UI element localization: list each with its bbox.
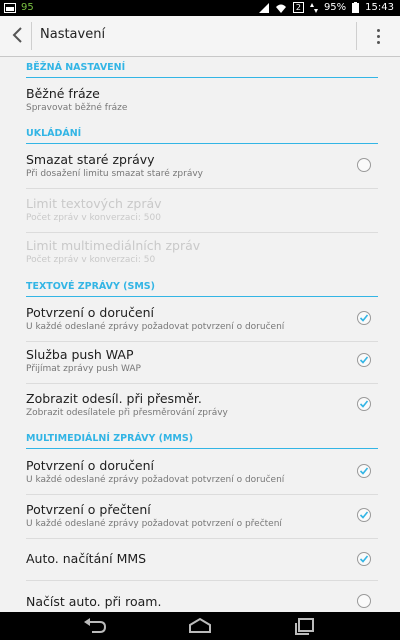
overflow-menu-icon[interactable] — [370, 25, 386, 47]
divider — [26, 494, 378, 495]
back-icon[interactable] — [82, 616, 108, 636]
section-header-sms: TEXTOVÉ ZPRÁVY (SMS) — [26, 281, 378, 297]
setting-mms-read-report[interactable]: Potvrzení o přečtení U každé odeslané zp… — [26, 502, 378, 529]
check-icon — [359, 314, 369, 322]
divider — [26, 188, 378, 189]
notification-count: 95 — [21, 2, 34, 13]
page-title: Nastavení — [40, 27, 106, 42]
setting-summary: U každé odeslané zprávy požadovat potvrz… — [26, 475, 285, 485]
auto-mms-checkbox[interactable] — [357, 552, 371, 566]
check-icon — [359, 467, 369, 475]
setting-title: Služba push WAP — [26, 347, 134, 362]
setting-show-sender-forward[interactable]: Zobrazit odesíl. při přesměr. Zobrazit o… — [26, 391, 378, 418]
clock: 15:43 — [365, 2, 394, 13]
setting-title: Běžné fráze — [26, 86, 100, 101]
battery-icon — [352, 2, 360, 13]
app-bar: Nastavení — [0, 16, 400, 57]
section-header-storage: UKLÁDÁNÍ — [26, 128, 378, 144]
navigation-bar — [0, 612, 400, 640]
check-icon — [359, 555, 369, 563]
section-label: UKLÁDÁNÍ — [26, 128, 82, 139]
mms-read-checkbox[interactable] — [357, 508, 371, 522]
setting-summary: Spravovat běžné fráze — [26, 103, 128, 113]
setting-summary: Přijímat zprávy push WAP — [26, 364, 141, 374]
setting-auto-retrieve-roaming[interactable]: Načíst auto. při roam. — [26, 594, 378, 609]
setting-sms-delivery-report[interactable]: Potvrzení o doručení U každé odeslané zp… — [26, 305, 378, 332]
section-label: MULTIMEDIÁLNÍ ZPRÁVY (MMS) — [26, 433, 194, 444]
setting-mms-delivery-report[interactable]: Potvrzení o doručení U každé odeslané zp… — [26, 458, 378, 485]
delete-old-checkbox[interactable] — [357, 158, 371, 172]
section-header-mms: MULTIMEDIÁLNÍ ZPRÁVY (MMS) — [26, 433, 378, 449]
mms-delivery-checkbox[interactable] — [357, 464, 371, 478]
sim-indicator: 2 — [292, 2, 304, 13]
setting-push-wap[interactable]: Služba push WAP Přijímat zprávy push WAP — [26, 347, 378, 374]
setting-summary: Zobrazit odesílatele při přesměrování zp… — [26, 408, 228, 418]
setting-summary: U každé odeslané zprávy požadovat potvrz… — [26, 322, 285, 332]
setting-text-message-limit: Limit textových zpráv Počet zpráv v konv… — [26, 196, 378, 223]
section-header-common: BĚŽNÁ NASTAVENÍ — [26, 62, 378, 78]
setting-title: Zobrazit odesíl. při přesměr. — [26, 391, 202, 406]
setting-summary: Při dosažení limitu smazat staré zprávy — [26, 169, 203, 179]
divider — [26, 232, 378, 233]
setting-title: Smazat staré zprávy — [26, 152, 155, 167]
divider — [26, 538, 378, 539]
setting-summary: U každé odeslané zprávy požadovat potvrz… — [26, 519, 282, 529]
setting-delete-old-messages[interactable]: Smazat staré zprávy Při dosažení limitu … — [26, 152, 378, 179]
setting-common-phrases[interactable]: Běžné fráze Spravovat běžné fráze — [26, 86, 378, 113]
divider — [26, 580, 378, 581]
data-transfer-icon — [309, 2, 318, 13]
signal-icon — [258, 2, 269, 13]
check-icon — [359, 511, 369, 519]
divider — [31, 22, 32, 50]
section-label: BĚŽNÁ NASTAVENÍ — [26, 62, 126, 73]
push-wap-checkbox[interactable] — [357, 353, 371, 367]
setting-title: Načíst auto. při roam. — [26, 594, 162, 609]
show-sender-checkbox[interactable] — [357, 397, 371, 411]
battery-percent: 95% — [323, 2, 347, 13]
roaming-checkbox[interactable] — [357, 594, 371, 608]
recent-apps-icon[interactable] — [292, 616, 318, 636]
setting-title: Auto. načítání MMS — [26, 551, 147, 566]
setting-title: Limit multimediálních zpráv — [26, 238, 201, 253]
divider — [356, 22, 357, 50]
back-arrow-icon[interactable] — [8, 25, 28, 45]
check-icon — [359, 356, 369, 364]
setting-title: Potvrzení o přečtení — [26, 502, 151, 517]
setting-summary: Počet zpráv v konverzaci: 50 — [26, 255, 156, 265]
divider — [26, 383, 378, 384]
status-bar: 95 2 95% 15:43 — [0, 0, 400, 16]
section-label: TEXTOVÉ ZPRÁVY (SMS) — [26, 281, 155, 292]
wifi-icon — [275, 4, 286, 13]
sms-delivery-checkbox[interactable] — [357, 311, 371, 325]
gallery-notification-icon — [4, 2, 16, 13]
setting-title: Potvrzení o doručení — [26, 458, 155, 473]
check-icon — [359, 400, 369, 408]
divider — [26, 341, 378, 342]
setting-mms-limit: Limit multimediálních zpráv Počet zpráv … — [26, 238, 378, 265]
setting-title: Potvrzení o doručení — [26, 305, 155, 320]
home-icon[interactable] — [187, 616, 213, 636]
setting-auto-retrieve-mms[interactable]: Auto. načítání MMS — [26, 551, 378, 566]
setting-title: Limit textových zpráv — [26, 196, 162, 211]
setting-summary: Počet zpráv v konverzaci: 500 — [26, 213, 161, 223]
